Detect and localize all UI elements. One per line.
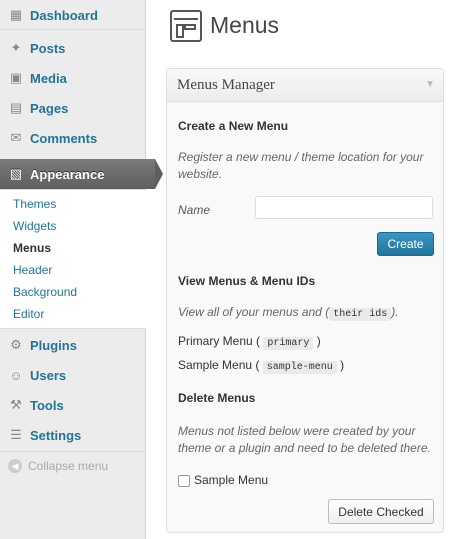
sidebar-item-dashboard[interactable]: ▦ Dashboard: [0, 0, 146, 30]
postbox-title-text: Menus Manager: [177, 76, 275, 93]
tools-icon: ⚒: [10, 397, 22, 412]
sidebar-item-label: Plugins: [30, 337, 77, 353]
page-title: Menus: [210, 12, 280, 38]
plugin-icon: ⚙: [10, 337, 22, 352]
pin-icon: ✦: [10, 40, 22, 55]
submenu-item-editor[interactable]: Editor: [13, 307, 44, 321]
menus-manager-box: Menus Manager ▼ Create a New Menu Regist…: [166, 68, 444, 533]
delete-menus-description: Menus not listed below were created by y…: [178, 424, 431, 455]
view-desc-suffix: ).: [391, 305, 399, 319]
view-desc-prefix: View all of your menus and (: [178, 305, 330, 319]
menu-id: primary: [263, 337, 314, 350]
view-menus-heading: View Menus & Menu IDs: [178, 274, 316, 288]
sidebar-item-label: Media: [30, 70, 67, 86]
create-button[interactable]: Create: [377, 232, 434, 256]
sidebar-item-users[interactable]: ☺ Users: [0, 360, 146, 390]
sidebar-item-label: Tools: [30, 397, 64, 413]
sidebar-item-label: Comments: [30, 130, 98, 146]
sidebar-item-tools[interactable]: ⚒ Tools: [0, 390, 146, 420]
create-menu-heading: Create a New Menu: [178, 119, 289, 133]
appearance-submenu: Themes Widgets Menus Header Background E…: [0, 189, 146, 329]
menu-name: Primary Menu: [178, 334, 253, 348]
submenu-item-background[interactable]: Background: [13, 285, 77, 299]
sample-menu-checkbox[interactable]: [178, 475, 190, 487]
sidebar-item-posts[interactable]: ✦ Posts: [0, 33, 146, 63]
divider: [0, 451, 146, 452]
collapse-menu-label: Collapse menu: [28, 459, 109, 473]
sidebar-item-label: Dashboard: [30, 7, 98, 23]
media-icon: ▣: [9, 70, 23, 85]
sidebar-item-appearance[interactable]: ▧ Appearance: [0, 159, 163, 189]
submenu-item-widgets[interactable]: Widgets: [13, 219, 56, 233]
view-desc-code: their ids: [329, 308, 392, 321]
checkbox-label[interactable]: Sample Menu: [194, 473, 268, 487]
collapse-toggle-icon[interactable]: ▼: [425, 79, 435, 90]
pages-icon: ▤: [9, 100, 23, 115]
menu-list-item: Sample Menu ( sample-menu ): [178, 358, 345, 374]
sidebar-item-label: Users: [30, 367, 67, 383]
comment-icon: ✉: [10, 130, 22, 145]
sidebar-item-label: Pages: [30, 100, 69, 116]
name-label: Name: [178, 203, 211, 217]
menu-list-item: Primary Menu ( primary ): [178, 334, 321, 350]
collapse-arrow-icon: ◀: [8, 459, 22, 473]
sidebar-item-plugins[interactable]: ⚙ Plugins: [0, 330, 146, 360]
menu-name: Sample Menu: [178, 358, 253, 372]
sidebar-item-comments[interactable]: ✉ Comments: [0, 123, 146, 153]
submenu-item-menus[interactable]: Menus: [13, 241, 51, 255]
sidebar-item-label: Settings: [30, 427, 82, 443]
dashboard-icon: ▦: [9, 7, 23, 22]
create-menu-description: Register a new menu / theme location for…: [178, 150, 424, 181]
appearance-icon: ▧: [9, 166, 23, 181]
view-menus-description: View all of your menus and (their ids).: [178, 304, 399, 323]
users-icon: ☺: [9, 367, 23, 383]
sidebar-item-label: Posts: [30, 40, 66, 56]
sidebar-item-media[interactable]: ▣ Media: [0, 63, 146, 93]
settings-icon: ☰: [10, 427, 22, 442]
collapse-menu-button[interactable]: ◀ Collapse menu: [8, 459, 108, 473]
sidebar-item-settings[interactable]: ☰ Settings: [0, 420, 146, 450]
postbox-title: Menus Manager: [167, 69, 443, 102]
divider: [0, 29, 146, 30]
submenu-item-themes[interactable]: Themes: [13, 197, 56, 211]
delete-checked-button[interactable]: Delete Checked: [328, 499, 434, 524]
delete-menus-heading: Delete Menus: [178, 391, 256, 405]
menus-page-icon: [170, 10, 202, 42]
submenu-item-header[interactable]: Header: [13, 263, 52, 277]
menu-name-input[interactable]: [255, 196, 433, 219]
menu-id: sample-menu: [262, 361, 337, 374]
sidebar-item-pages[interactable]: ▤ Pages: [0, 93, 146, 123]
current-menu-arrow: [155, 159, 163, 189]
admin-sidebar: ▦ Dashboard ✦ Posts ▣ Media ▤ Pages ✉ Co…: [0, 0, 163, 539]
sidebar-item-label: Appearance: [30, 166, 105, 182]
